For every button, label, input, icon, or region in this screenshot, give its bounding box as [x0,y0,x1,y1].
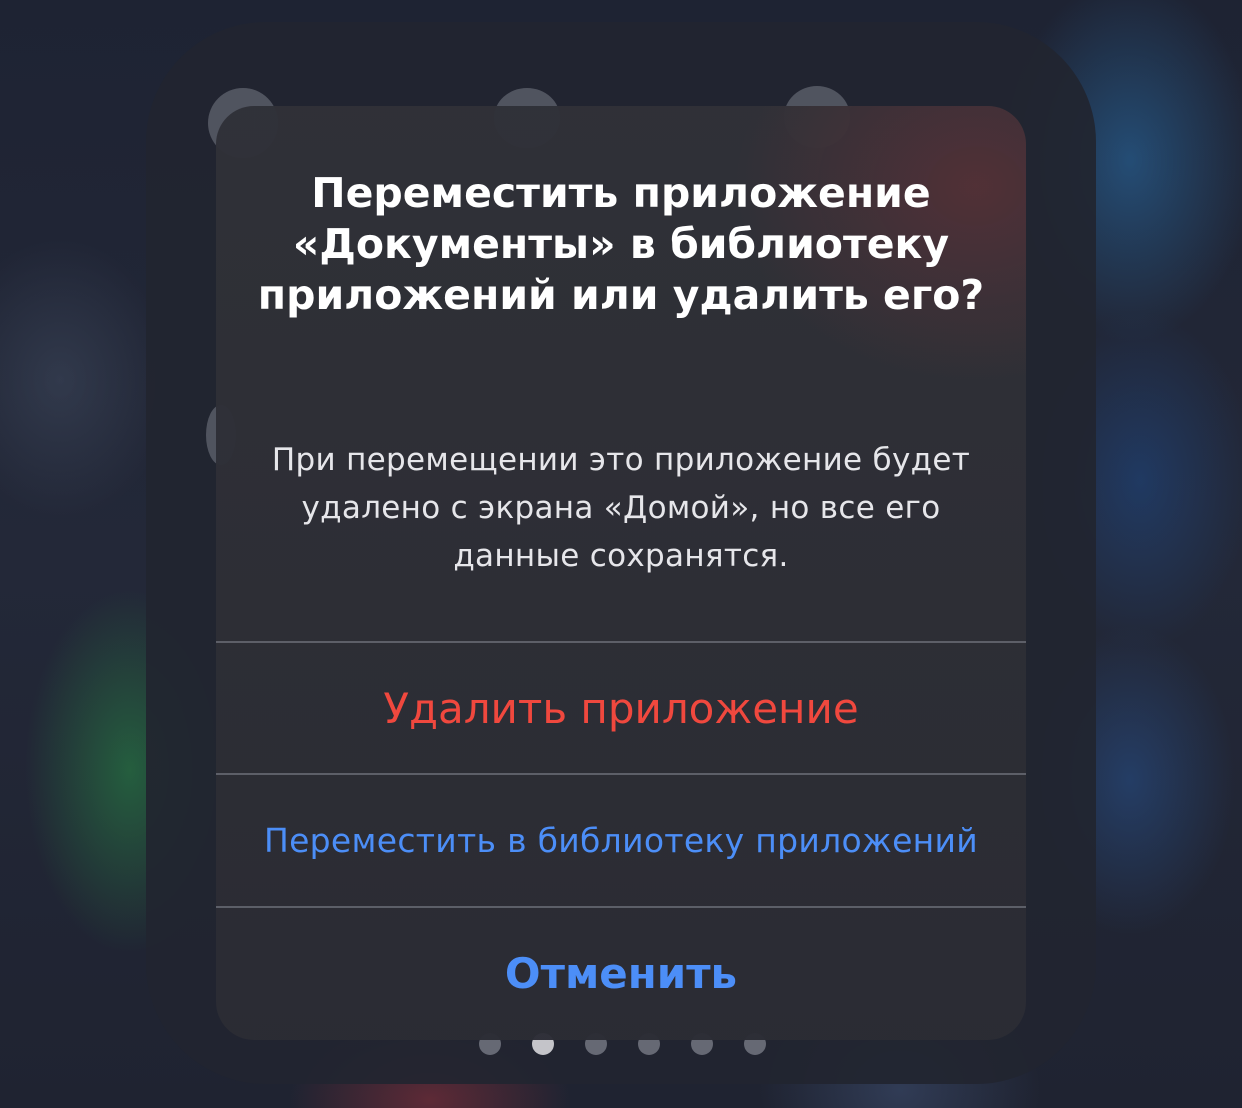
cancel-label: Отменить [504,948,738,998]
delete-app-label: Удалить приложение [383,683,859,733]
move-to-app-library-button[interactable]: Переместить в библиотеку приложений [216,775,1026,905]
action-sheet-alert: Переместить приложение «Документы» в биб… [216,106,1026,1040]
cancel-button[interactable]: Отменить [216,908,1026,1038]
delete-app-button[interactable]: Удалить приложение [216,643,1026,773]
alert-message: При перемещении это приложение будет уда… [271,442,971,574]
alert-header: Переместить приложение «Документы» в биб… [216,106,1026,641]
alert-title: Переместить приложение «Документы» в биб… [257,169,985,319]
move-to-app-library-label: Переместить в библиотеку приложений [263,820,979,860]
